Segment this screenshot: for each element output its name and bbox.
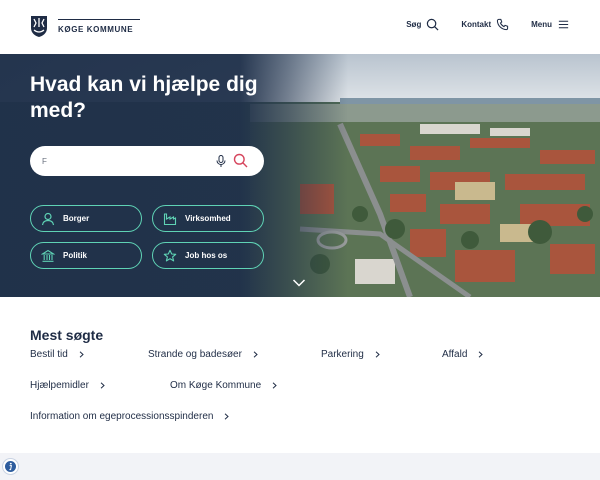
site-logo[interactable] — [30, 15, 48, 38]
info-icon — [9, 462, 13, 471]
coat-of-arms-icon — [31, 16, 47, 37]
virksomhed-button[interactable]: Virksomhed — [152, 205, 264, 232]
site-header: KØGE KOMMUNE Søg Kontakt Menu — [0, 0, 600, 54]
star-icon — [163, 249, 177, 261]
chevron-right-icon — [79, 351, 84, 358]
borger-label: Borger — [63, 214, 90, 223]
hero-section: Hvad kan vi hjælpe dig med? Borger Virks… — [0, 54, 600, 297]
nav-search[interactable]: Søg — [406, 18, 439, 31]
microphone-icon[interactable] — [214, 154, 228, 168]
link-bestil-tid[interactable]: Bestil tid — [30, 349, 85, 360]
chevron-right-icon — [253, 351, 258, 358]
link-label: Affald — [442, 349, 468, 360]
job-hos-os-label: Job hos os — [185, 251, 228, 260]
hero-title: Hvad kan vi hjælpe dig med? — [30, 73, 258, 122]
person-icon — [41, 212, 55, 225]
chevron-right-icon — [375, 351, 380, 358]
search-input[interactable] — [42, 154, 202, 168]
link-om-koege[interactable]: Om Køge Kommune — [170, 380, 278, 391]
link-label: Information om egeprocessionsspinderen — [30, 411, 214, 422]
link-label: Bestil tid — [30, 349, 68, 360]
nav-contact-label: Kontakt — [461, 20, 492, 29]
search-icon — [427, 18, 439, 31]
chevron-right-icon — [225, 413, 230, 420]
link-hjaelpemidler[interactable]: Hjælpemidler — [30, 380, 106, 391]
nav-search-label: Søg — [406, 20, 422, 29]
job-hos-os-button[interactable]: Job hos os — [152, 242, 264, 269]
factory-icon — [163, 212, 177, 225]
logo-text: KØGE KOMMUNE — [58, 25, 134, 34]
town-hall-icon — [41, 249, 55, 262]
nav-menu[interactable]: Menu — [531, 18, 570, 31]
hero-search-box — [30, 146, 264, 176]
phone-icon — [496, 18, 509, 31]
most-searched-title: Mest søgte — [30, 327, 104, 343]
politik-label: Politik — [63, 251, 88, 260]
borger-button[interactable]: Borger — [30, 205, 142, 232]
most-searched-section: Mest søgte Bestil tid Strande og badesøe… — [0, 297, 600, 453]
hamburger-icon — [558, 20, 569, 29]
link-strande[interactable]: Strande og badesøer — [148, 349, 259, 360]
nav-menu-label: Menu — [531, 20, 552, 29]
link-egeprocessionsspinderen[interactable]: Information om egeprocessionsspinderen — [30, 411, 230, 422]
nav-contact[interactable]: Kontakt — [461, 18, 509, 31]
logo-rule — [58, 19, 140, 20]
virksomhed-label: Virksomhed — [185, 214, 231, 223]
link-affald[interactable]: Affald — [442, 349, 484, 360]
politik-button[interactable]: Politik — [30, 242, 142, 269]
chevron-right-icon — [479, 351, 484, 358]
link-parkering[interactable]: Parkering — [321, 349, 381, 360]
footer-band — [0, 453, 600, 480]
link-label: Strande og badesøer — [148, 349, 242, 360]
link-label: Parkering — [321, 349, 364, 360]
link-label: Om Køge Kommune — [170, 380, 262, 391]
top-nav: Søg Kontakt Menu — [384, 18, 570, 31]
chevron-right-icon — [100, 382, 105, 389]
chevron-down-icon[interactable] — [292, 278, 306, 288]
info-button[interactable] — [3, 459, 18, 474]
search-icon[interactable] — [233, 153, 248, 168]
link-label: Hjælpemidler — [30, 380, 89, 391]
chevron-right-icon — [272, 382, 277, 389]
